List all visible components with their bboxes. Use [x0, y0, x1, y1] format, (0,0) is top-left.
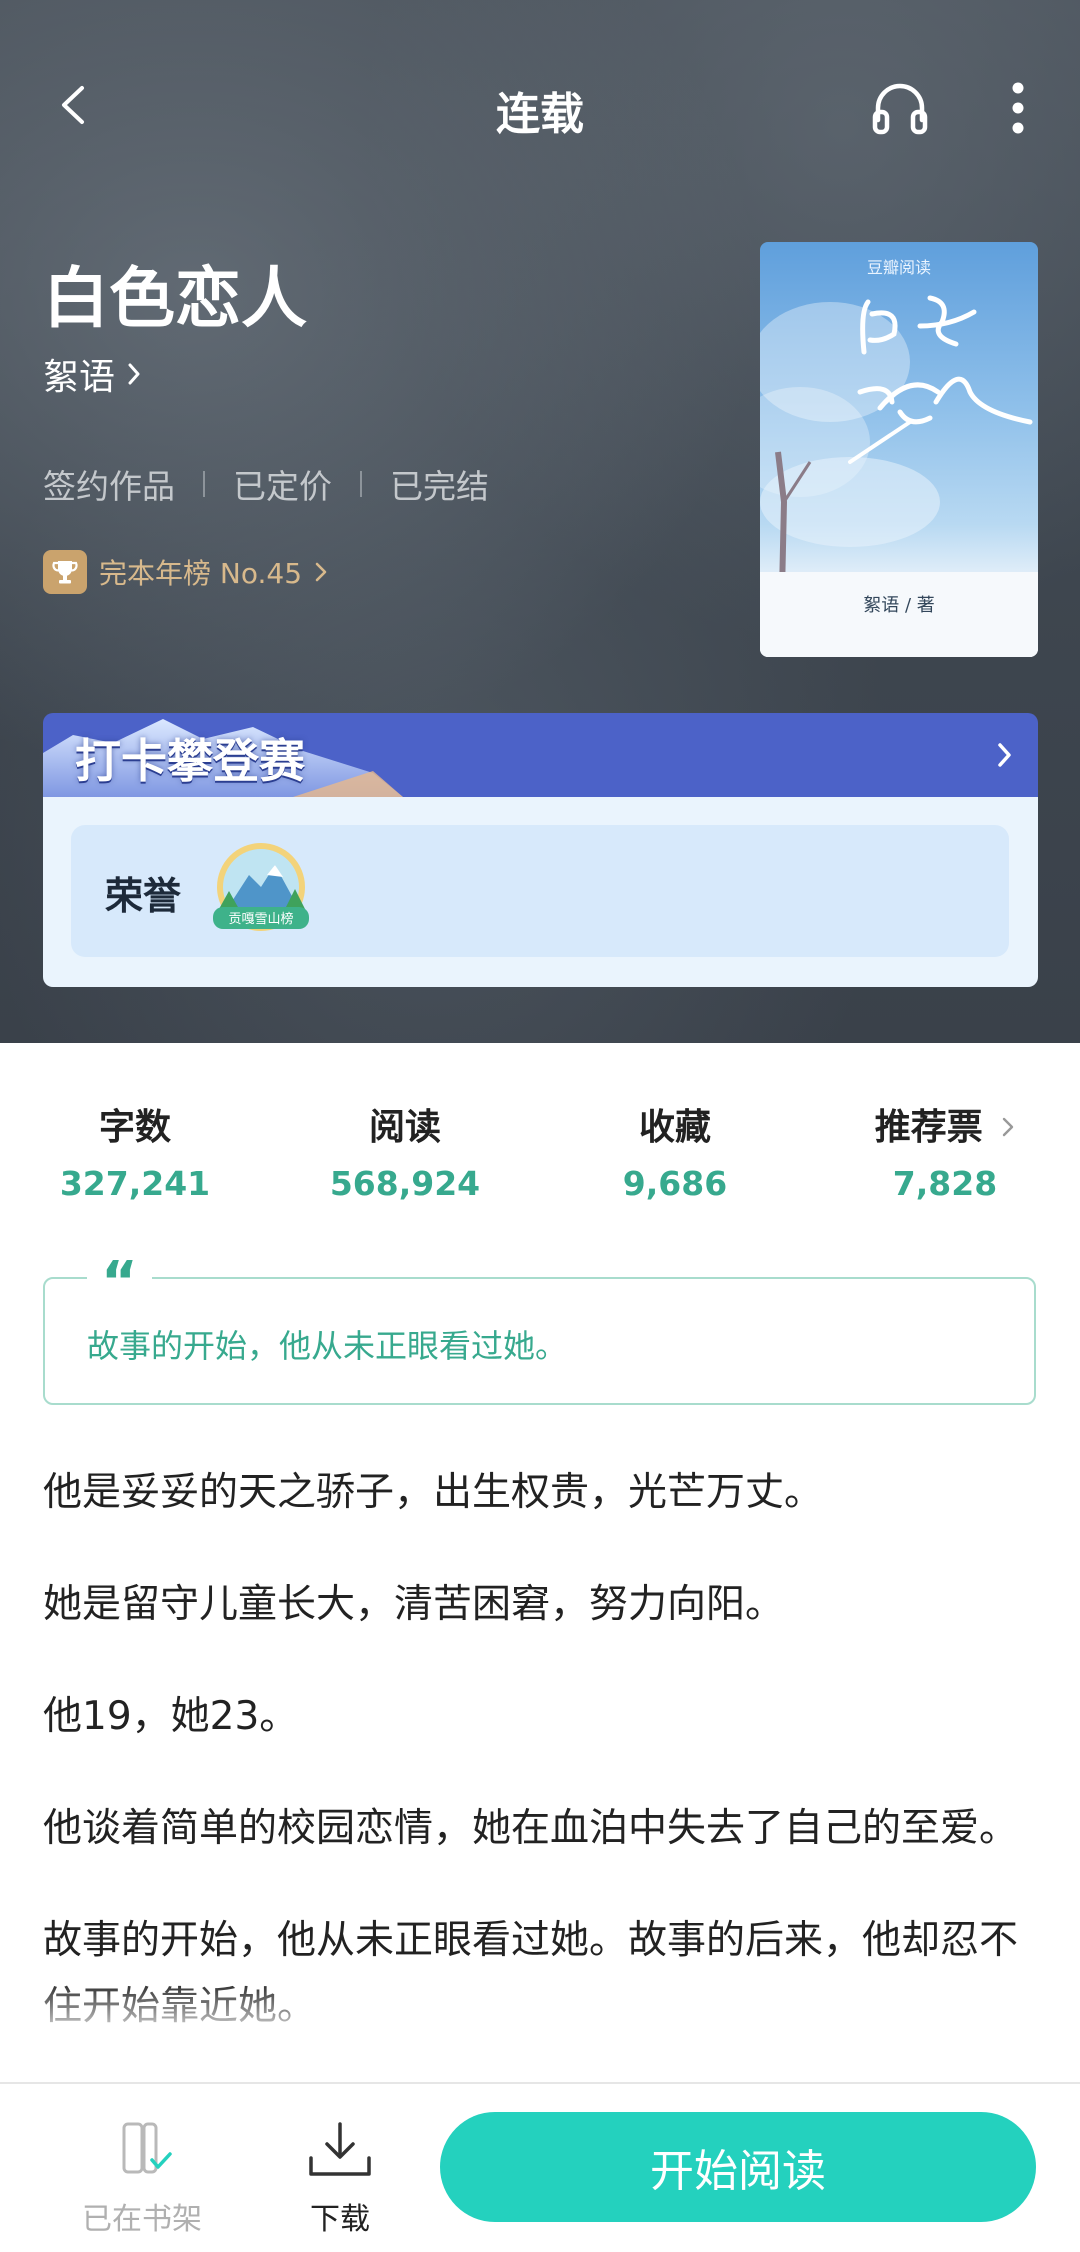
chevron-right-icon [128, 363, 140, 385]
synopsis-paragraph: 她是留守儿童长大，清苦困窘，努力向阳。 [43, 1582, 785, 1627]
honor-box[interactable]: 荣誉 贡嘎雪山榜 [71, 825, 1009, 957]
cover-author: 絮语 / 著 [863, 595, 935, 616]
download-icon [309, 2122, 371, 2176]
synopsis-paragraph: 他19，她23。 [43, 1694, 299, 1739]
tag-priced: 已定价 [233, 467, 332, 506]
more-button[interactable] [996, 80, 1040, 136]
stat-reads: 阅读 568,924 [295, 1098, 515, 1203]
event-title: 打卡攀登赛 [75, 734, 305, 788]
shelf-label: 已在书架 [82, 2202, 202, 2237]
tag-signed: 签约作品 [43, 467, 175, 506]
event-body: 荣誉 贡嘎雪山榜 [43, 797, 1038, 987]
headphones-icon [872, 83, 928, 135]
tag-divider [203, 471, 205, 497]
quote-icon: “ [87, 1255, 152, 1311]
stat-value: 7,828 [892, 1164, 998, 1203]
stat-label: 推荐票 [835, 1098, 1055, 1150]
stat-label: 阅读 [368, 1107, 441, 1148]
chevron-right-icon [1003, 1117, 1014, 1137]
stat-value: 327,241 [59, 1164, 211, 1203]
trophy-icon [43, 550, 87, 594]
bookshelf-icon [122, 2122, 172, 2174]
stat-value: 568,924 [329, 1164, 481, 1203]
book-tags: 签约作品 已定价 已完结 [43, 460, 489, 508]
rank-link[interactable]: 完本年榜 No.45 [43, 550, 328, 594]
chevron-right-icon [315, 562, 327, 582]
download-label: 下载 [310, 2202, 370, 2237]
stat-favorites: 收藏 9,686 [565, 1098, 785, 1203]
event-card: 打卡攀登赛 荣誉 贡嘎雪山榜 [43, 713, 1038, 987]
stat-recommend-votes[interactable]: 推荐票 7,828 [835, 1098, 1055, 1203]
book-hero: 连载 白色恋人 絮语 签约作品 已定价 已完结 完本年榜 No.45 豆瓣阅读 … [0, 0, 1080, 1043]
more-vertical-icon [1012, 82, 1024, 134]
chevron-right-icon [998, 743, 1011, 767]
shelf-button[interactable]: 已在书架 [82, 2120, 202, 2238]
stat-label: 字数 [98, 1107, 171, 1148]
author-name: 絮语 [43, 357, 116, 398]
top-bar: 连载 [0, 60, 1080, 150]
badge-icon: 贡嘎雪山榜 [213, 843, 309, 931]
book-quote: “ 故事的开始，他从未正眼看过她。 [43, 1255, 1036, 1405]
book-stats: 字数 327,241 阅读 568,924 收藏 9,686 推荐票 7,828 [0, 1098, 1080, 1208]
download-button[interactable]: 下载 [305, 2120, 375, 2238]
rank-label: 完本年榜 No.45 [99, 557, 303, 590]
book-title: 白色恋人 [43, 260, 307, 337]
stat-label-text: 推荐票 [874, 1107, 983, 1148]
tag-completed: 已完结 [390, 467, 489, 506]
stat-word-count: 字数 327,241 [25, 1098, 245, 1203]
synopsis-paragraph: 他谈着简单的校园恋情，她在血泊中失去了自己的至爱。 [43, 1806, 1019, 1851]
author-link[interactable]: 絮语 [43, 348, 143, 400]
start-reading-button[interactable]: 开始阅读 [440, 2112, 1036, 2222]
tag-divider [360, 471, 362, 497]
audio-button[interactable] [868, 78, 932, 138]
quote-text: 故事的开始，他从未正眼看过她。 [87, 1327, 568, 1365]
badge-text: 贡嘎雪山榜 [228, 911, 293, 927]
book-cover[interactable]: 豆瓣阅读 絮语 / 著 [760, 242, 1038, 657]
event-banner[interactable]: 打卡攀登赛 [43, 713, 1038, 797]
synopsis-fade [0, 1980, 1080, 2080]
honor-label: 荣誉 [105, 874, 182, 918]
bottom-bar: 已在书架 下载 开始阅读 [0, 2082, 1080, 2252]
synopsis-paragraph: 他是妥妥的天之骄子，出生权贵，光芒万丈。 [43, 1470, 824, 1515]
stat-label: 收藏 [638, 1107, 711, 1148]
stat-value: 9,686 [622, 1164, 728, 1203]
